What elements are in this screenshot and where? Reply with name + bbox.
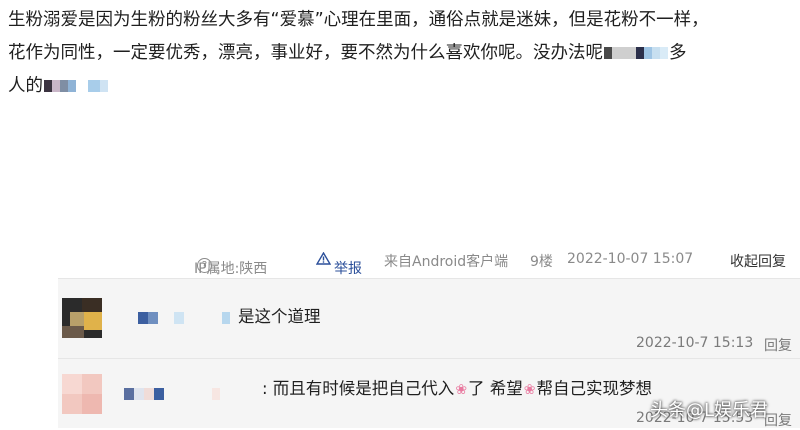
post-line-1: 生粉溺爱是因为生粉的粉丝大多有“爱慕”心理在里面，通俗点就是迷妹，但是花粉不一样… xyxy=(8,10,709,30)
collapse-replies-button[interactable]: 收起回复 xyxy=(730,251,786,271)
flower-icon: ❀ xyxy=(523,382,536,398)
censor-mosaic xyxy=(604,47,668,59)
post-source: 来自Android客户端 xyxy=(384,254,509,270)
divider xyxy=(58,358,800,359)
post-meta-bar: IP属地:陕西? 举报 来自Android客户端 9楼 2022-10-07 1… xyxy=(0,244,800,277)
username-blurred[interactable] xyxy=(124,388,220,400)
post-content: 生粉溺爱是因为生粉的粉丝大多有“爱慕”心理在里面，通俗点就是迷妹，但是花粉不一样… xyxy=(8,4,798,103)
post-line-3: 人的 xyxy=(8,76,43,96)
reply-text: : 而且有时候是把自己代入❀了 希望❀帮自己实现梦想 xyxy=(262,375,652,399)
help-icon[interactable]: ? xyxy=(197,258,212,273)
flower-icon: ❀ xyxy=(455,382,468,398)
reply-button[interactable]: 回复 xyxy=(764,335,792,355)
watermark: 头条@L娱乐君 xyxy=(650,400,769,421)
username-blurred[interactable] xyxy=(138,312,230,324)
avatar[interactable] xyxy=(62,298,102,338)
post-line-2-tail: 多 xyxy=(669,43,687,63)
post-time: 2022-10-07 15:07 xyxy=(567,251,694,267)
divider xyxy=(58,278,800,279)
censor-mosaic xyxy=(44,80,108,92)
report-link[interactable]: 举报 xyxy=(315,251,362,277)
warning-icon xyxy=(315,251,332,265)
post-line-2: 花作为同性，一定要优秀，漂亮，事业好，要不然为什么喜欢你呢。没办法呢 xyxy=(8,43,603,63)
reply-button[interactable]: 回复 xyxy=(764,410,792,430)
reply-time: 2022-10-7 15:13 xyxy=(636,335,754,351)
reply-text-part: 了 希望 xyxy=(468,379,523,398)
floor-number: 9楼 xyxy=(530,254,553,270)
reply-text-part: : 而且有时候是把自己代入 xyxy=(262,379,455,398)
reply-text-part: 帮自己实现梦想 xyxy=(536,379,653,398)
report-label: 举报 xyxy=(334,261,362,277)
avatar[interactable] xyxy=(62,374,102,414)
reply-text: 是这个道理 xyxy=(238,307,321,326)
